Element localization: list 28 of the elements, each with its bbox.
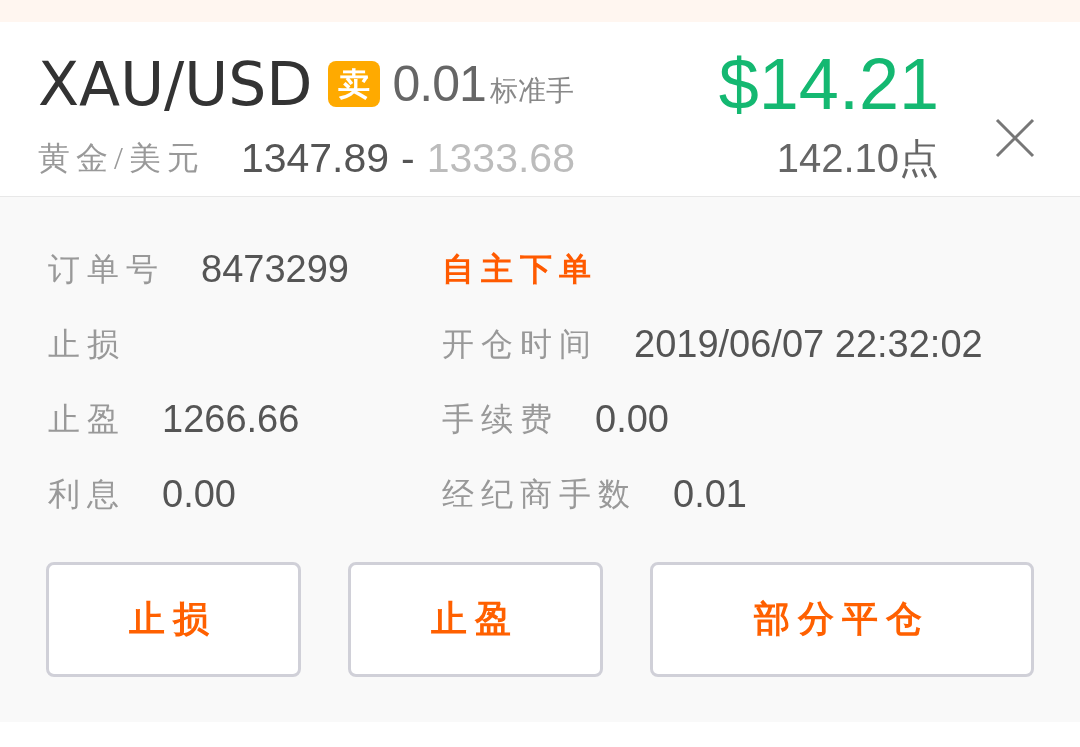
detail-label: 经纪商手数	[442, 474, 637, 514]
side-badge: 卖	[328, 61, 381, 107]
price-separator: -	[401, 136, 415, 180]
instrument-name: 黄金/美元	[38, 139, 205, 178]
lot-size: 0.01	[392, 55, 486, 114]
profit-amount: $14.21	[718, 52, 939, 116]
symbol-title: XAU/USD	[38, 52, 313, 116]
close-icon[interactable]	[995, 118, 1035, 158]
detail-label: 订单号	[48, 249, 165, 289]
detail-label: 利息	[48, 474, 126, 514]
detail-value: 0.01	[673, 473, 747, 516]
action-button[interactable]: 部分平仓	[649, 562, 1034, 677]
detail-label: 止损	[48, 324, 126, 364]
detail-value: 2019/06/07 22:32:02	[634, 323, 983, 366]
current-price: 1333.68	[426, 136, 575, 180]
action-button[interactable]: 止损	[46, 562, 301, 677]
order-source-text: 自主下单	[442, 249, 598, 289]
profit-points: 142.10点	[776, 136, 939, 180]
detail-value: 0.00	[595, 398, 669, 441]
detail-label: 止盈	[48, 399, 126, 439]
lot-unit: 标准手	[489, 74, 574, 108]
detail-value: 1266.66	[162, 398, 300, 441]
detail-value: 0.00	[162, 473, 236, 516]
open-price: 1347.89	[240, 136, 390, 180]
detail-value: 8473299	[201, 248, 349, 291]
action-button[interactable]: 止盈	[348, 562, 603, 677]
detail-label: 开仓时间	[442, 324, 598, 364]
detail-label: 手续费	[442, 399, 559, 439]
